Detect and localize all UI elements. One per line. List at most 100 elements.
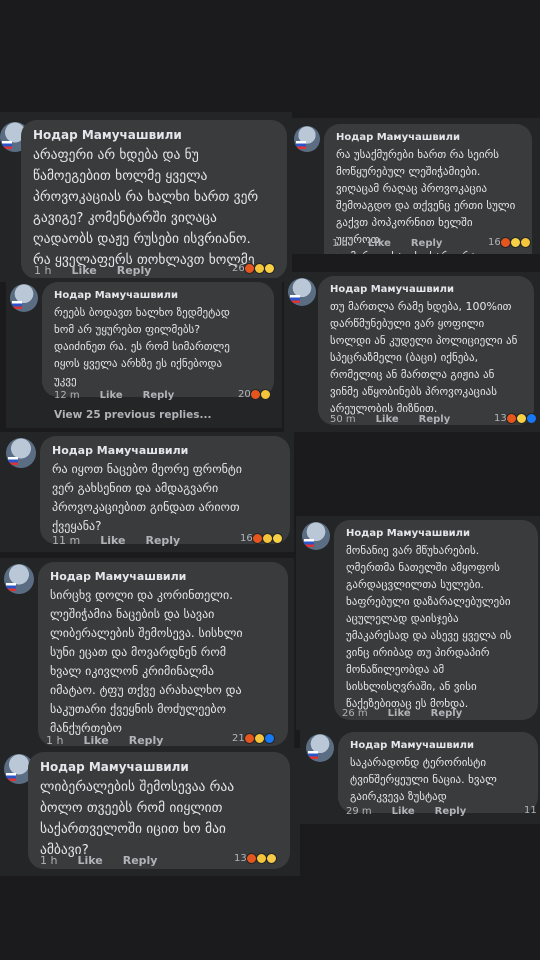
like-icon — [525, 413, 537, 424]
comment-time[interactable]: 1 h — [34, 264, 51, 277]
like-button[interactable]: Like — [388, 708, 411, 719]
comment-text: მონანიე ვარ მწუხარების. ღმერთმა ნათელში … — [346, 544, 512, 710]
flag-icon — [2, 141, 12, 149]
avatar[interactable] — [302, 522, 330, 550]
sad-icon — [259, 389, 271, 400]
comment-time[interactable]: 11 m — [52, 534, 80, 547]
flag-icon — [308, 751, 318, 759]
comment-actions: 1 h Like Reply — [34, 264, 151, 277]
like-button[interactable]: Like — [77, 854, 102, 867]
comment-bubble: Нодар Мамучашвили რა უსაქმურები ხართ რა … — [324, 124, 532, 254]
comment-text: რა იყოთ ნაცებო მეორე ფრონტი ვერ გახსენით… — [52, 462, 242, 533]
comment-text: თუ მართლა რამე ხდება, 100%ით დარწმუნებულ… — [330, 300, 518, 415]
comment-author[interactable]: Нодар Мамучашвили — [346, 528, 526, 539]
reply-button[interactable]: Reply — [123, 854, 158, 867]
avatar[interactable] — [288, 278, 316, 306]
reply-button[interactable]: Reply — [143, 390, 175, 401]
comment-author[interactable]: Нодар Мамучашвили — [52, 444, 278, 457]
like-button[interactable]: Like — [392, 806, 415, 817]
reaction-summary[interactable]: 11 — [524, 805, 537, 816]
comment-time[interactable]: 26 m — [342, 708, 368, 719]
comment-time[interactable]: 1 h — [332, 238, 348, 249]
flag-icon — [296, 141, 306, 149]
comment-actions: 1 h Like Reply — [46, 734, 163, 747]
comment-time[interactable]: 1 h — [46, 734, 63, 747]
comment-author[interactable]: Нодар Мамучашвили — [54, 290, 262, 301]
reaction-count: 21 — [232, 733, 245, 744]
reaction-summary[interactable]: 26 — [232, 263, 275, 274]
reply-button[interactable]: Reply — [411, 238, 443, 249]
screenshot-panel: Нодар Мамучашвили რა იყოთ ნაცებო მეორე ფ… — [0, 432, 294, 552]
comment-text: რეებს ბოდავთ ხალხო ზედმეტად ხომ არ უყურე… — [54, 306, 230, 387]
comment-actions: 50 m Like Reply — [330, 414, 450, 425]
reply-button[interactable]: Reply — [145, 534, 180, 547]
comment-bubble: Нодар Мамучашвили თუ მართლა რამე ხდება, … — [318, 276, 534, 425]
reply-button[interactable]: Reply — [435, 806, 467, 817]
flag-icon — [12, 301, 22, 309]
reaction-summary[interactable]: 16 — [488, 237, 531, 248]
screenshot-panel: Нодар Мамучашвили არაფერი არ ხდება და ნუ… — [0, 112, 292, 282]
flag-icon — [8, 457, 18, 465]
reaction-summary[interactable]: 20 — [238, 389, 271, 400]
reaction-count: 16 — [488, 237, 501, 248]
avatar[interactable] — [10, 284, 38, 312]
like-button[interactable]: Like — [376, 414, 399, 425]
avatar[interactable] — [6, 438, 36, 468]
comment-author[interactable]: Нодар Мамучашвили — [330, 284, 522, 295]
comment-bubble: Нодар Мамучашвили მონანიე ვარ მწუხარების… — [334, 520, 538, 720]
comment-bubble: Нодар Мамучашвили არაფერი არ ხდება და ნუ… — [21, 120, 287, 279]
avatar[interactable] — [4, 564, 34, 594]
comment-actions: 1 h Like Reply — [332, 238, 442, 249]
comment-time[interactable]: 50 m — [330, 414, 356, 425]
reaction-count: 11 — [524, 805, 537, 816]
reaction-summary[interactable]: 13 — [234, 853, 277, 864]
screenshot-panel: Нодар Мамучашвили თუ მართლა რამე ხდება, … — [284, 272, 540, 432]
comment-actions: 12 m Like Reply — [54, 390, 174, 401]
comment-bubble: Нодар Мамучашвили რეებს ბოდავთ ხალხო ზედ… — [42, 282, 274, 397]
flag-icon — [6, 773, 16, 781]
flag-icon — [6, 583, 16, 591]
comment-time[interactable]: 1 h — [40, 854, 57, 867]
laugh-icon — [263, 263, 275, 274]
reaction-summary[interactable]: 21 — [232, 733, 275, 744]
comment-bubble: Нодар Мамучашвили სირცხვ დოლი და კორინთე… — [38, 562, 288, 746]
like-button[interactable]: Like — [100, 534, 125, 547]
avatar[interactable] — [294, 126, 320, 152]
reply-button[interactable]: Reply — [431, 708, 463, 719]
comment-actions: 29 m Like Reply — [346, 806, 466, 817]
reaction-count: 13 — [234, 853, 247, 864]
comment-text: სირცხვ დოლი და კორინთელი. ლეშიჭამია ნაცე… — [50, 588, 243, 735]
reaction-summary[interactable]: 16 — [240, 533, 283, 544]
like-button[interactable]: Like — [100, 390, 123, 401]
comment-time[interactable]: 12 m — [54, 390, 80, 401]
sad-icon — [519, 237, 531, 248]
comment-author[interactable]: Нодар Мамучашвили — [40, 760, 278, 774]
comment-author[interactable]: Нодар Мамучашвили — [350, 740, 526, 751]
avatar[interactable] — [306, 734, 334, 762]
wow-icon — [265, 853, 277, 864]
screenshot-panel: Нодар Мамучашвили საკარადონდ ტერორისტი ტ… — [300, 728, 540, 824]
like-button[interactable]: Like — [368, 238, 391, 249]
reaction-summary[interactable]: 13 — [494, 413, 537, 424]
comment-text: ლიბერალების შემოსევაა რაა ბოლო თვეებს რო… — [40, 779, 235, 858]
reply-button[interactable]: Reply — [419, 414, 451, 425]
like-button[interactable]: Like — [71, 264, 96, 277]
comment-actions: 11 m Like Reply — [52, 534, 180, 547]
comment-time[interactable]: 29 m — [346, 806, 372, 817]
screenshot-panel: Нодар Мамучашвили მონანიე ვარ მწუხარების… — [296, 516, 540, 730]
comment-author[interactable]: Нодар Мамучашвили — [336, 132, 520, 143]
reaction-count: 16 — [240, 533, 253, 544]
like-button[interactable]: Like — [83, 734, 108, 747]
like-icon — [263, 733, 275, 744]
reply-button[interactable]: Reply — [117, 264, 152, 277]
comment-bubble: Нодар Мамучашвили ლიბერალების შემოსევაა … — [28, 752, 290, 869]
comment-author[interactable]: Нодар Мамучашвили — [33, 128, 275, 142]
reaction-count: 26 — [232, 263, 245, 274]
comment-author[interactable]: Нодар Мамучашвили — [50, 570, 276, 583]
view-previous-replies-link[interactable]: View 25 previous replies... — [54, 409, 212, 421]
flag-icon — [290, 295, 300, 303]
screenshot-panel: Нодар Мамучашвили ლიბერალების შემოსევაა … — [0, 748, 300, 876]
reply-button[interactable]: Reply — [129, 734, 164, 747]
reaction-count: 20 — [238, 389, 251, 400]
comment-text: საკარადონდ ტერორისტი ტვინშერყეული ნაცია.… — [350, 756, 497, 803]
